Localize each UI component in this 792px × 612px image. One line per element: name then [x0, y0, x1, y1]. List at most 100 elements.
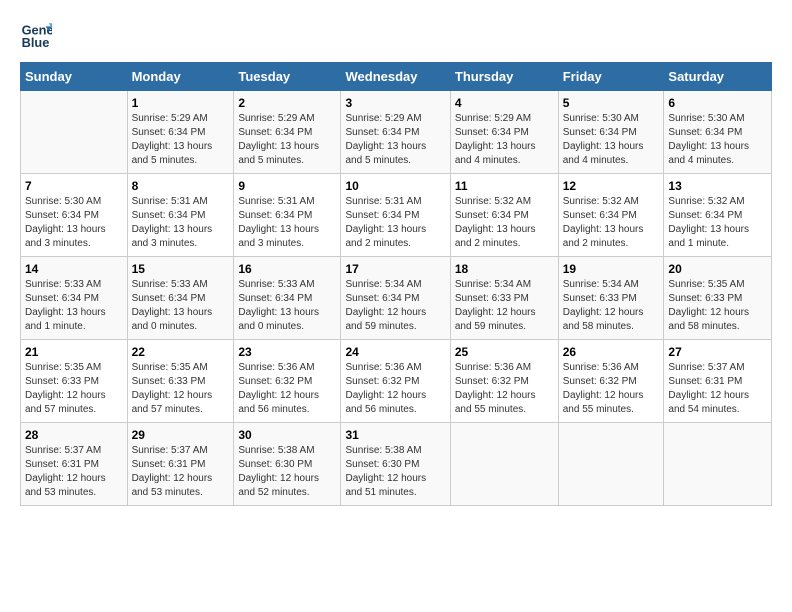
day-number: 21 [25, 345, 123, 359]
day-info: Sunrise: 5:30 AM Sunset: 6:34 PM Dayligh… [668, 112, 767, 168]
calendar-cell: 9Sunrise: 5:31 AM Sunset: 6:34 PM Daylig… [234, 174, 341, 257]
day-number: 13 [668, 179, 767, 193]
day-number: 9 [238, 179, 336, 193]
calendar-cell [664, 423, 772, 506]
day-info: Sunrise: 5:31 AM Sunset: 6:34 PM Dayligh… [132, 195, 230, 251]
day-number: 11 [455, 179, 554, 193]
calendar-cell: 6Sunrise: 5:30 AM Sunset: 6:34 PM Daylig… [664, 91, 772, 174]
day-number: 5 [563, 96, 660, 110]
calendar-cell: 24 Sunrise: 5:36 AM Sunset: 6:32 PM Dayli… [341, 340, 450, 423]
day-number: 16 [238, 262, 336, 276]
calendar-cell: 29 Sunrise: 5:37 AM Sunset: 6:31 PM Dayli… [127, 423, 234, 506]
day-number: 29 [132, 428, 230, 442]
day-info: Sunrise: 5:36 AM Sunset: 6:32 PM Dayligh… [345, 361, 445, 417]
day-number: 31 [345, 428, 445, 442]
day-info: Sunrise: 5:37 AM Sunset: 6:31 PM Dayligh… [132, 444, 230, 500]
calendar-cell [558, 423, 664, 506]
calendar-cell: 16 Sunrise: 5:33 AM Sunset: 6:34 PM Dayli… [234, 257, 341, 340]
day-number: 23 [238, 345, 336, 359]
day-info: Sunrise: 5:35 AM Sunset: 6:33 PM Dayligh… [668, 278, 767, 334]
svg-text:Blue: Blue [22, 35, 50, 50]
day-info: Sunrise: 5:33 AM Sunset: 6:34 PM Dayligh… [25, 278, 123, 334]
page-header: General Blue [20, 20, 772, 52]
day-info: Sunrise: 5:30 AM Sunset: 6:34 PM Dayligh… [25, 195, 123, 251]
calendar-cell [450, 423, 558, 506]
header-friday: Friday [558, 63, 664, 91]
day-info: Sunrise: 5:34 AM Sunset: 6:33 PM Dayligh… [455, 278, 554, 334]
day-info: Sunrise: 5:35 AM Sunset: 6:33 PM Dayligh… [25, 361, 123, 417]
calendar-cell: 28 Sunrise: 5:37 AM Sunset: 6:31 PM Dayli… [21, 423, 128, 506]
calendar-cell: 17 Sunrise: 5:34 AM Sunset: 6:34 PM Dayli… [341, 257, 450, 340]
day-number: 10 [345, 179, 445, 193]
day-number: 12 [563, 179, 660, 193]
day-info: Sunrise: 5:33 AM Sunset: 6:34 PM Dayligh… [238, 278, 336, 334]
day-info: Sunrise: 5:36 AM Sunset: 6:32 PM Dayligh… [455, 361, 554, 417]
day-number: 19 [563, 262, 660, 276]
calendar-cell: 13 Sunrise: 5:32 AM Sunset: 6:34 PM Dayli… [664, 174, 772, 257]
day-info: Sunrise: 5:34 AM Sunset: 6:33 PM Dayligh… [563, 278, 660, 334]
day-number: 20 [668, 262, 767, 276]
logo-icon: General Blue [20, 20, 52, 52]
day-number: 1 [132, 96, 230, 110]
day-number: 18 [455, 262, 554, 276]
day-number: 26 [563, 345, 660, 359]
day-number: 24 [345, 345, 445, 359]
calendar-cell: 8 Sunrise: 5:31 AM Sunset: 6:34 PM Daylig… [127, 174, 234, 257]
day-info: Sunrise: 5:32 AM Sunset: 6:34 PM Dayligh… [455, 195, 554, 251]
day-number: 28 [25, 428, 123, 442]
calendar-cell: 31 Sunrise: 5:38 AM Sunset: 6:30 PM Dayli… [341, 423, 450, 506]
header-sunday: Sunday [21, 63, 128, 91]
calendar-cell [21, 91, 128, 174]
day-info: Sunrise: 5:34 AM Sunset: 6:34 PM Dayligh… [345, 278, 445, 334]
day-info: Sunrise: 5:30 AM Sunset: 6:34 PM Dayligh… [563, 112, 660, 168]
calendar-cell: 15 Sunrise: 5:33 AM Sunset: 6:34 PM Dayli… [127, 257, 234, 340]
day-number: 25 [455, 345, 554, 359]
calendar-week-row: 21 Sunrise: 5:35 AM Sunset: 6:33 PM Dayli… [21, 340, 772, 423]
day-number: 2 [238, 96, 336, 110]
calendar-week-row: 7 Sunrise: 5:30 AM Sunset: 6:34 PM Daylig… [21, 174, 772, 257]
calendar-cell: 1 Sunrise: 5:29 AM Sunset: 6:34 PM Daylig… [127, 91, 234, 174]
day-number: 3 [345, 96, 445, 110]
calendar-cell: 19 Sunrise: 5:34 AM Sunset: 6:33 PM Dayli… [558, 257, 664, 340]
calendar-header-row: SundayMondayTuesdayWednesdayThursdayFrid… [21, 63, 772, 91]
calendar-week-row: 14 Sunrise: 5:33 AM Sunset: 6:34 PM Dayli… [21, 257, 772, 340]
day-number: 14 [25, 262, 123, 276]
day-number: 22 [132, 345, 230, 359]
calendar-cell: 3Sunrise: 5:29 AM Sunset: 6:34 PM Daylig… [341, 91, 450, 174]
calendar-cell: 20 Sunrise: 5:35 AM Sunset: 6:33 PM Dayli… [664, 257, 772, 340]
day-info: Sunrise: 5:38 AM Sunset: 6:30 PM Dayligh… [345, 444, 445, 500]
day-info: Sunrise: 5:36 AM Sunset: 6:32 PM Dayligh… [563, 361, 660, 417]
calendar-cell: 25 Sunrise: 5:36 AM Sunset: 6:32 PM Dayli… [450, 340, 558, 423]
day-info: Sunrise: 5:29 AM Sunset: 6:34 PM Dayligh… [455, 112, 554, 168]
calendar-cell: 12 Sunrise: 5:32 AM Sunset: 6:34 PM Dayli… [558, 174, 664, 257]
day-number: 7 [25, 179, 123, 193]
calendar-cell: 30Sunrise: 5:38 AM Sunset: 6:30 PM Dayli… [234, 423, 341, 506]
day-number: 17 [345, 262, 445, 276]
calendar-cell: 14 Sunrise: 5:33 AM Sunset: 6:34 PM Dayli… [21, 257, 128, 340]
calendar-cell: 23Sunrise: 5:36 AM Sunset: 6:32 PM Dayli… [234, 340, 341, 423]
day-info: Sunrise: 5:31 AM Sunset: 6:34 PM Dayligh… [345, 195, 445, 251]
day-info: Sunrise: 5:29 AM Sunset: 6:34 PM Dayligh… [132, 112, 230, 168]
calendar-cell: 26 Sunrise: 5:36 AM Sunset: 6:32 PM Dayli… [558, 340, 664, 423]
day-info: Sunrise: 5:35 AM Sunset: 6:33 PM Dayligh… [132, 361, 230, 417]
day-number: 15 [132, 262, 230, 276]
day-info: Sunrise: 5:33 AM Sunset: 6:34 PM Dayligh… [132, 278, 230, 334]
calendar-cell: 7 Sunrise: 5:30 AM Sunset: 6:34 PM Daylig… [21, 174, 128, 257]
header-wednesday: Wednesday [341, 63, 450, 91]
day-info: Sunrise: 5:37 AM Sunset: 6:31 PM Dayligh… [25, 444, 123, 500]
day-info: Sunrise: 5:32 AM Sunset: 6:34 PM Dayligh… [563, 195, 660, 251]
day-number: 8 [132, 179, 230, 193]
day-info: Sunrise: 5:29 AM Sunset: 6:34 PM Dayligh… [238, 112, 336, 168]
calendar-cell: 5 Sunrise: 5:30 AM Sunset: 6:34 PM Daylig… [558, 91, 664, 174]
header-thursday: Thursday [450, 63, 558, 91]
calendar-cell: 22 Sunrise: 5:35 AM Sunset: 6:33 PM Dayli… [127, 340, 234, 423]
header-saturday: Saturday [664, 63, 772, 91]
day-number: 4 [455, 96, 554, 110]
calendar-cell: 2 Sunrise: 5:29 AM Sunset: 6:34 PM Daylig… [234, 91, 341, 174]
header-monday: Monday [127, 63, 234, 91]
header-tuesday: Tuesday [234, 63, 341, 91]
calendar-cell: 27Sunrise: 5:37 AM Sunset: 6:31 PM Dayli… [664, 340, 772, 423]
calendar-table: SundayMondayTuesdayWednesdayThursdayFrid… [20, 62, 772, 506]
day-info: Sunrise: 5:32 AM Sunset: 6:34 PM Dayligh… [668, 195, 767, 251]
logo: General Blue [20, 20, 56, 52]
